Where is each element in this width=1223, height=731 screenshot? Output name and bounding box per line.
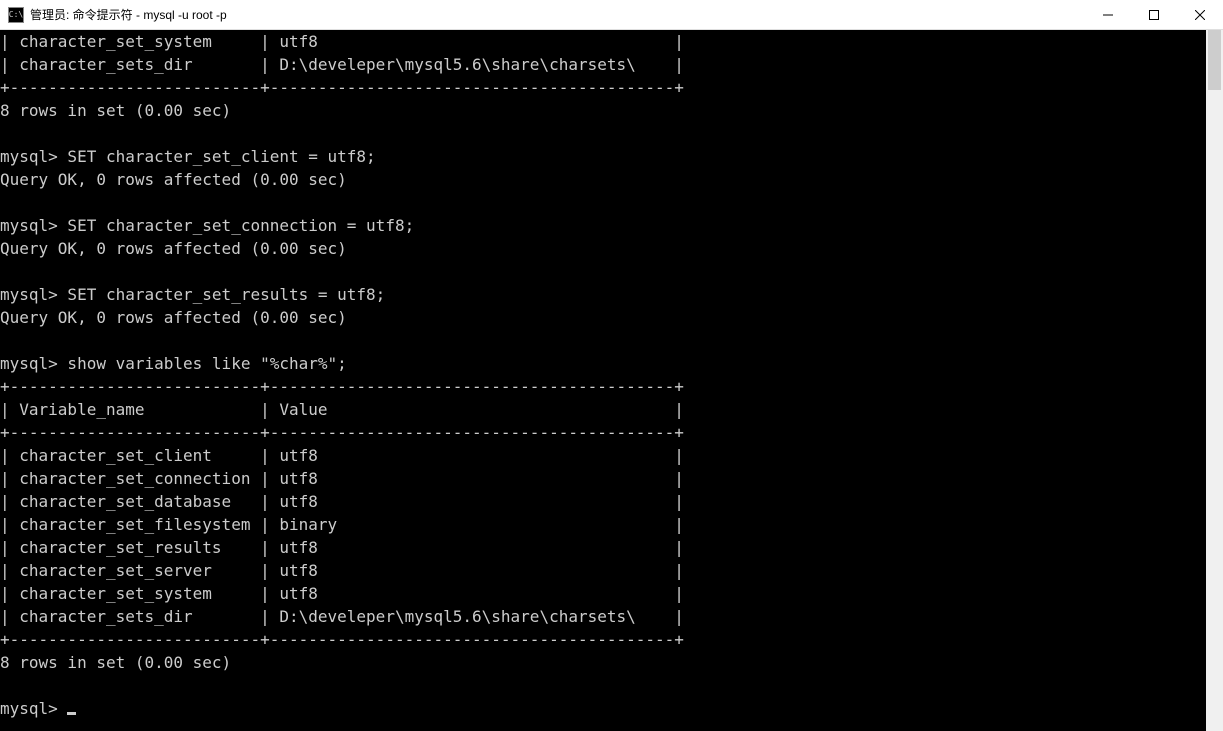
terminal-cursor (67, 712, 76, 715)
window-controls (1085, 0, 1223, 29)
close-button[interactable] (1177, 0, 1223, 29)
scrollbar-thumb[interactable] (1208, 30, 1221, 90)
vertical-scrollbar[interactable] (1206, 30, 1223, 731)
terminal-output[interactable]: | character_set_system | utf8 | | charac… (0, 30, 1206, 731)
minimize-button[interactable] (1085, 0, 1131, 29)
terminal-container: | character_set_system | utf8 | | charac… (0, 30, 1223, 731)
maximize-button[interactable] (1131, 0, 1177, 29)
window-titlebar: C:\ 管理员: 命令提示符 - mysql -u root -p (0, 0, 1223, 30)
window-title: 管理员: 命令提示符 - mysql -u root -p (30, 6, 1085, 23)
window-icon: C:\ (8, 7, 24, 23)
